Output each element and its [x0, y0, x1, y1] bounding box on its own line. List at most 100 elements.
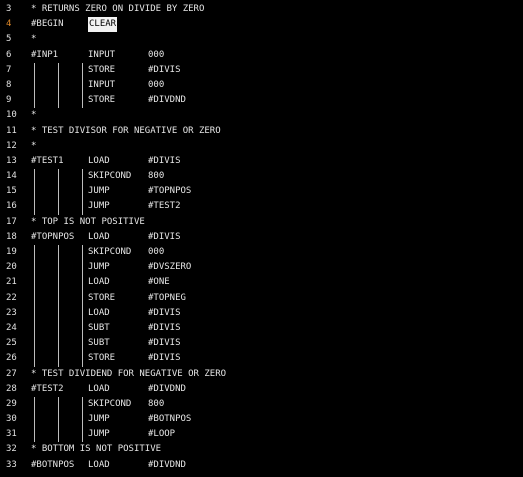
indent-guide — [82, 351, 83, 367]
indent-guide — [82, 336, 83, 352]
code-line[interactable]: 17 * TOP IS NOT POSITIVE — [0, 215, 523, 230]
code-line[interactable]: 23 LOAD #DIVIS — [0, 305, 523, 321]
indent-guide — [82, 305, 83, 321]
code-operand: #DIVIS — [148, 155, 181, 166]
code-comment: * TEST DIVIDEND FOR NEGATIVE OR ZERO — [31, 368, 227, 379]
code-opcode: JUMP — [88, 262, 110, 273]
code-editor[interactable]: 3 * RETURNS ZERO ON DIVIDE BY ZERO 4 #BEGIN… — [0, 0, 523, 477]
code-line[interactable]: 24 SUBT #DIVIS — [0, 320, 523, 337]
code-line[interactable]: 29 SKIPCOND 800 — [0, 396, 523, 413]
indent-guide — [34, 199, 35, 215]
code-operand: #DIVIS — [148, 307, 181, 318]
indent-guide — [58, 169, 59, 185]
code-line[interactable]: 26 STORE #DIVIS — [0, 351, 523, 367]
code-opcode: SUBT — [88, 338, 110, 349]
indent-guide — [82, 199, 83, 215]
indent-guide — [58, 412, 59, 428]
line-number: 14 — [6, 171, 17, 182]
code-label: #TEST1 — [31, 155, 64, 166]
indent-guide — [58, 336, 59, 352]
indent-guide — [58, 62, 59, 78]
code-line[interactable]: 16 JUMP #TEST2 — [0, 199, 523, 215]
line-number: 7 — [6, 64, 12, 75]
code-operand: #LOOP — [148, 429, 176, 440]
code-line[interactable]: 25 SUBT #DIVIS — [0, 336, 523, 352]
code-comment: * — [31, 110, 37, 121]
line-number: 25 — [6, 338, 17, 349]
code-comment: * TOP IS NOT POSITIVE — [31, 216, 145, 227]
code-opcode: LOAD — [88, 307, 110, 318]
indent-guide — [58, 184, 59, 200]
code-line[interactable]: 33 #BOTNPOS LOAD #DIVDND — [0, 458, 523, 473]
line-number: 23 — [6, 307, 17, 318]
code-line[interactable]: 21 LOAD #ONE — [0, 275, 523, 291]
code-line[interactable]: 14 SKIPCOND 800 — [0, 169, 523, 185]
code-operand: 000 — [148, 49, 165, 60]
code-line[interactable]: 22 STORE #TOPNEG — [0, 290, 523, 306]
indent-guide — [82, 290, 83, 306]
code-line[interactable]: 6 #INP1 INPUT 000 — [0, 48, 523, 63]
line-number: 24 — [6, 322, 17, 333]
indent-guide — [58, 77, 59, 94]
indent-guide — [58, 305, 59, 321]
line-number: 10 — [6, 110, 17, 121]
code-line[interactable]: 4 #BEGIN CLEAR — [0, 17, 523, 33]
indent-guide — [82, 412, 83, 428]
code-opcode: LOAD — [88, 155, 110, 166]
code-comment: * RETURNS ZERO ON DIVIDE BY ZERO — [31, 4, 205, 14]
indent-guide — [34, 184, 35, 200]
indent-guide — [34, 93, 35, 109]
code-operand: 000 — [148, 79, 165, 90]
indent-guide — [58, 320, 59, 337]
code-line[interactable]: 18 #TOPNPOS LOAD #DIVIS — [0, 230, 523, 245]
code-operand: #DIVIS — [148, 64, 181, 75]
line-number: 4 — [6, 19, 12, 30]
indent-guide — [82, 169, 83, 185]
code-line[interactable]: 30 JUMP #BOTNPOS — [0, 412, 523, 428]
code-line[interactable]: 31 JUMP #LOOP — [0, 427, 523, 443]
indent-guide — [82, 245, 83, 261]
code-line[interactable]: 5 * — [0, 32, 523, 47]
indent-guide — [34, 412, 35, 428]
indent-guide — [82, 77, 83, 94]
code-line[interactable]: 9 STORE #DIVDND — [0, 93, 523, 109]
code-line[interactable]: 7 STORE #DIVIS — [0, 62, 523, 78]
code-operand: #DIVDND — [148, 95, 186, 106]
indent-guide — [58, 290, 59, 306]
code-lines: 3 * RETURNS ZERO ON DIVIDE BY ZERO 4 #BEGIN… — [0, 2, 523, 473]
code-line[interactable]: 32 * BOTTOM IS NOT POSITIVE — [0, 442, 523, 457]
code-operand: 800 — [148, 171, 165, 182]
line-number: 19 — [6, 247, 17, 257]
indent-guide — [82, 260, 83, 276]
code-line[interactable]: 28 #TEST2 LOAD #DIVDND — [0, 382, 523, 397]
line-number: 6 — [6, 49, 12, 60]
code-line[interactable]: 11 * TEST DIVISOR FOR NEGATIVE OR ZERO — [0, 124, 523, 139]
code-operand: #DIVDND — [148, 383, 186, 394]
code-opcode: JUMP — [88, 414, 110, 425]
code-label: #TOPNPOS — [31, 231, 75, 242]
line-number: 11 — [6, 125, 17, 136]
code-opcode: STORE — [88, 95, 116, 106]
code-line[interactable]: 13 #TEST1 LOAD #DIVIS — [0, 154, 523, 169]
code-opcode: LOAD — [88, 383, 110, 394]
code-line[interactable]: 15 JUMP #TOPNPOS — [0, 184, 523, 200]
indent-guide — [58, 199, 59, 215]
indent-guide — [34, 290, 35, 306]
indent-guide — [34, 169, 35, 185]
code-line[interactable]: 8 INPUT 000 — [0, 77, 523, 94]
code-line[interactable]: 10 * — [0, 108, 523, 123]
code-line[interactable]: 20 JUMP #DVSZERO — [0, 260, 523, 276]
code-opcode: LOAD — [88, 277, 110, 288]
code-line[interactable]: 3 * RETURNS ZERO ON DIVIDE BY ZERO — [0, 2, 523, 17]
code-operand: #TEST2 — [148, 201, 181, 212]
code-line[interactable]: 27 * TEST DIVIDEND FOR NEGATIVE OR ZERO — [0, 367, 523, 382]
code-comment: * TEST DIVISOR FOR NEGATIVE OR ZERO — [31, 125, 221, 136]
code-opcode: STORE — [88, 64, 116, 75]
code-operand: 800 — [148, 398, 165, 409]
code-operand: #TOPNEG — [148, 292, 186, 303]
code-opcode: STORE — [88, 353, 116, 364]
code-line[interactable]: 19 SKIPCOND 000 — [0, 245, 523, 261]
indent-guide — [82, 427, 83, 443]
indent-guide — [58, 275, 59, 291]
code-line[interactable]: 12 * — [0, 139, 523, 154]
